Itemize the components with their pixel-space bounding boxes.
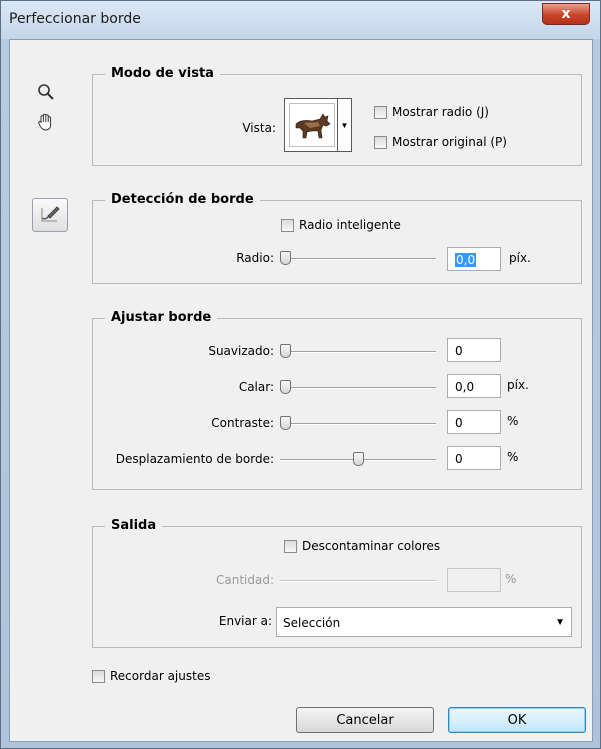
send-to-label: Enviar a: [218,614,272,628]
feather-value: 0,0 [455,380,475,394]
radius-value: 0,0 [455,253,477,267]
radius-label: Radio: [236,251,274,265]
refine-radius-tool[interactable] [32,198,68,232]
send-to-value: Selección [283,616,341,630]
contrast-slider-thumb[interactable] [280,416,291,430]
view-mode-title: Modo de vista [105,66,220,81]
feather-unit: píx. [507,378,529,392]
edge-detection-title: Detección de borde [105,192,260,207]
remember-settings-label: Recordar ajustes [110,669,211,683]
view-thumbnail [289,103,335,147]
contrast-input[interactable]: 0 [447,410,501,434]
radius-slider-thumb[interactable] [280,251,291,265]
amount-slider-track [280,580,436,582]
output-title: Salida [105,518,163,533]
smooth-slider-thumb[interactable] [280,344,291,358]
adjust-edge-title: Ajustar borde [105,310,218,325]
contrast-label: Contraste: [211,416,274,430]
feather-label: Calar: [238,380,274,394]
smart-radius-label: Radio inteligente [299,218,401,232]
feather-slider-track[interactable] [280,387,436,389]
shift-edge-unit: % [507,450,519,464]
dialog-title: Perfeccionar borde [9,11,141,27]
zoom-icon[interactable] [34,80,58,104]
amount-unit: % [505,572,517,586]
radius-input[interactable]: 0,0 [447,247,501,271]
smooth-input[interactable]: 0 [447,338,501,362]
feather-input[interactable]: 0,0 [447,374,501,398]
smooth-value: 0 [455,344,463,358]
smart-radius-checkbox[interactable] [281,219,294,232]
ok-button[interactable]: OK [448,707,586,733]
show-radius-label: Mostrar radio (J) [392,105,489,119]
shift-edge-slider-thumb[interactable] [352,452,364,466]
view-mode-picker[interactable]: ▼ [284,98,352,152]
show-radius-checkbox[interactable] [374,106,387,119]
decontaminate-label: Descontaminar colores [302,539,441,553]
close-icon: x [561,6,571,22]
cancel-button[interactable]: Cancelar [296,707,434,733]
send-to-select[interactable]: Selección ▼ [276,607,572,637]
contrast-slider-track[interactable] [280,423,436,425]
chevron-down-icon: ▼ [555,617,565,628]
show-original-label: Mostrar original (P) [392,135,507,149]
close-button[interactable]: x [542,3,590,25]
dialog-window: Perfeccionar borde x Modo de vista Vista… [0,0,601,749]
ok-button-label: OK [507,712,527,728]
shift-edge-value: 0 [455,452,463,466]
view-label: Vista: [242,121,276,135]
smooth-slider-track[interactable] [280,351,436,353]
title-bar[interactable]: Perfeccionar borde x [1,1,600,39]
contrast-unit: % [507,414,519,428]
shift-edge-input[interactable]: 0 [447,446,501,470]
cancel-button-label: Cancelar [336,712,394,728]
decontaminate-checkbox[interactable] [284,540,297,553]
view-dropdown-arrow[interactable]: ▼ [337,99,351,151]
refine-radius-brush-icon [39,204,61,227]
shift-edge-label: Desplazamiento de borde: [115,452,274,466]
edge-detection-group: Detección de borde [92,192,582,284]
amount-label: Cantidad: [215,573,274,587]
dialog-content: Modo de vista Vista: ▼ Mostrar radio (J)… [9,39,593,742]
chevron-down-icon: ▼ [340,120,349,130]
wolf-thumbnail-icon [295,113,331,139]
remember-settings-checkbox[interactable] [92,670,105,683]
amount-input [447,568,501,592]
hand-icon[interactable] [34,110,58,134]
show-original-checkbox[interactable] [374,136,387,149]
feather-slider-thumb[interactable] [280,380,291,394]
contrast-value: 0 [455,416,463,430]
radius-slider-track[interactable] [280,258,436,260]
smooth-label: Suavizado: [208,344,274,358]
radius-unit: píx. [509,251,531,265]
